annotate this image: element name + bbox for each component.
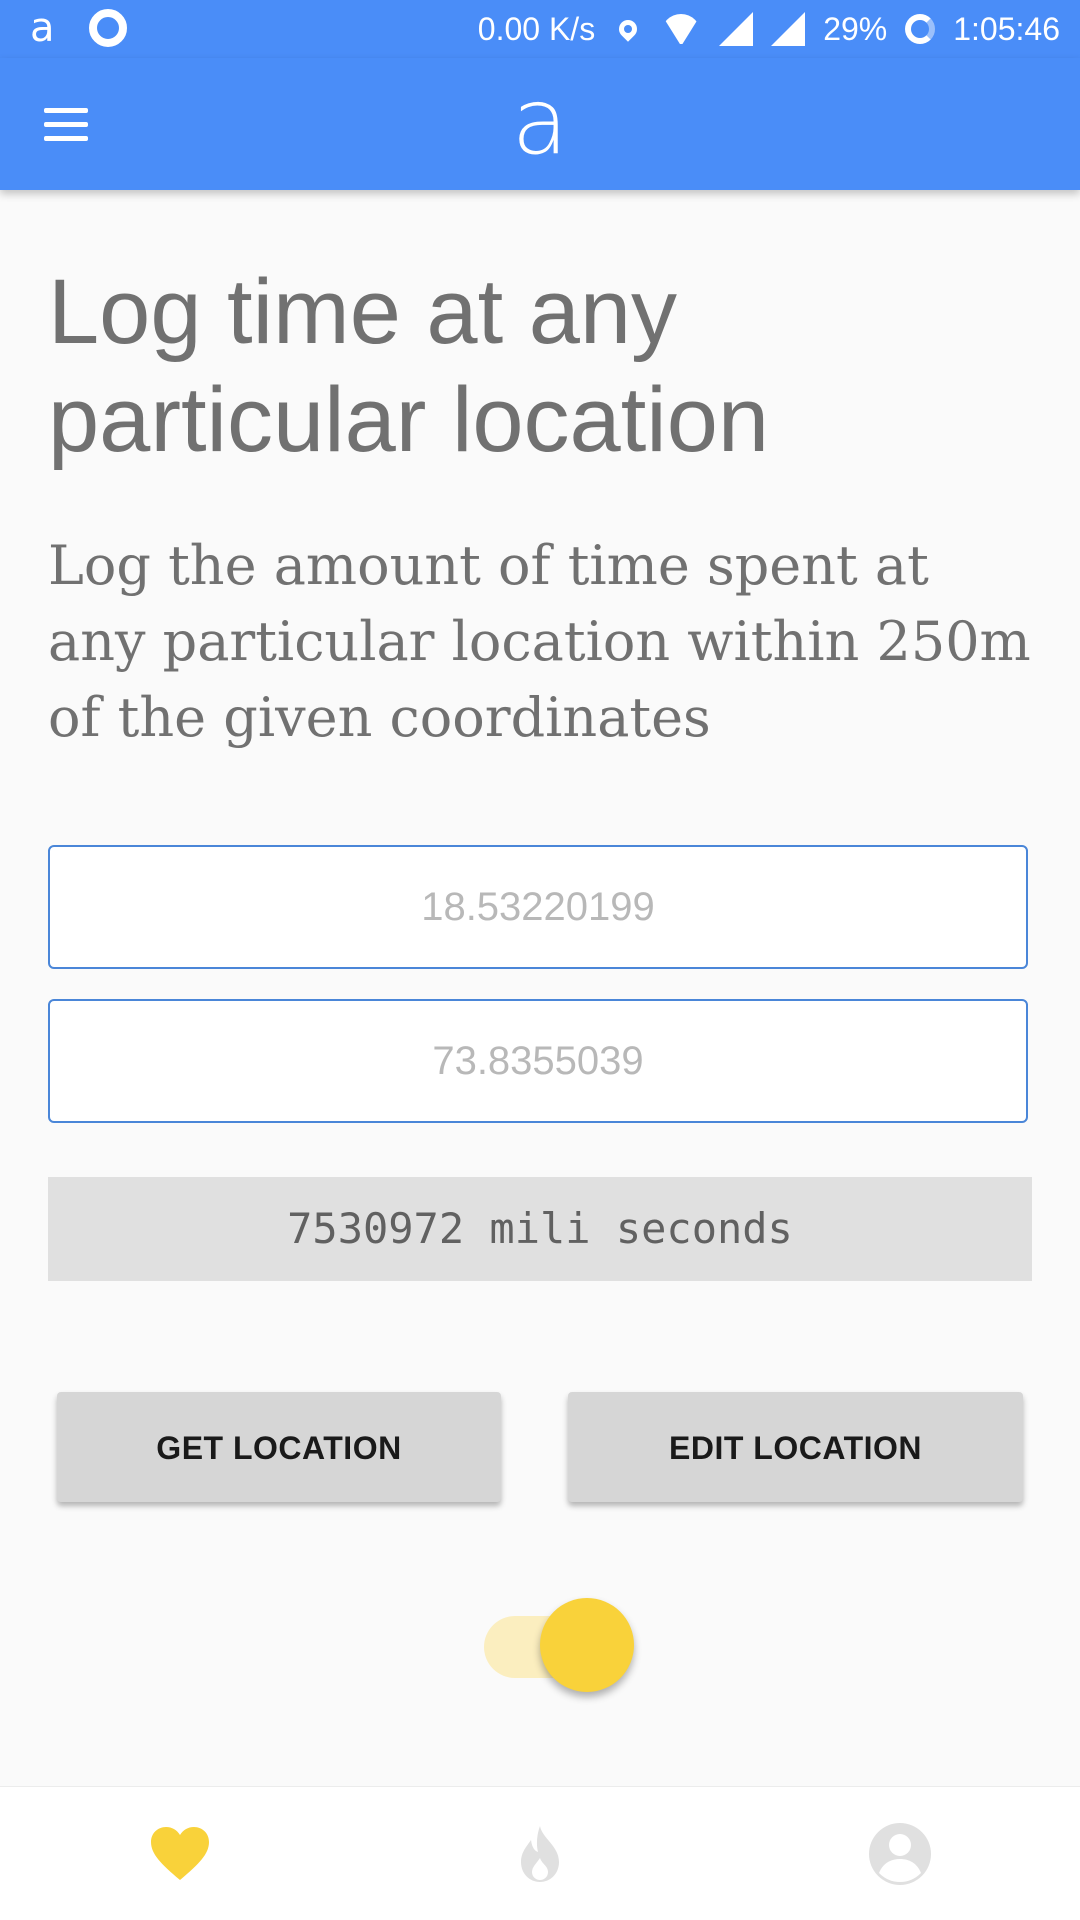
longitude-input[interactable] [48,999,1028,1123]
app-bar: a [0,58,1080,190]
status-right-items: 0.00 K/s 29% 1:05:46 [478,8,1060,50]
page-title: Log time at any particular location [48,261,770,471]
get-location-button[interactable]: GET LOCATION [57,1392,501,1502]
profile-icon [869,1823,931,1885]
tracking-toggle[interactable] [484,1596,636,1700]
battery-icon [905,14,936,44]
toggle-thumb [540,1598,634,1692]
app-icon: a [30,5,55,51]
signal-icon [719,12,754,46]
battery-level: 29% [823,11,888,47]
nav-item-trending[interactable] [440,1787,640,1920]
app-logo: a [511,68,569,175]
page-description: Log the amount of time spent at any part… [48,534,1031,749]
wifi-icon [661,14,701,44]
heart-icon [151,1827,209,1880]
network-speed: 0.00 K/s [477,11,596,47]
edit-location-button[interactable]: EDIT LOCATION [568,1392,1023,1502]
status-bar: a 0.00 K/s 29% 1:05:46 [0,0,1080,58]
status-time: 1:05:46 [953,11,1060,47]
nav-item-favorites[interactable] [80,1787,280,1920]
ring-icon [88,9,127,47]
flame-icon [521,1826,559,1882]
latitude-input[interactable] [48,845,1028,969]
location-icon [615,16,641,42]
nav-item-profile[interactable] [800,1787,1000,1920]
bottom-nav [0,1786,1080,1920]
screen: a 0.00 K/s 29% 1:05:46 a Log time at any… [0,0,1080,1920]
signal-icon [771,12,806,46]
status-left-icons: a [30,8,127,48]
time-spent-display: 7530972 mili seconds [48,1177,1032,1281]
